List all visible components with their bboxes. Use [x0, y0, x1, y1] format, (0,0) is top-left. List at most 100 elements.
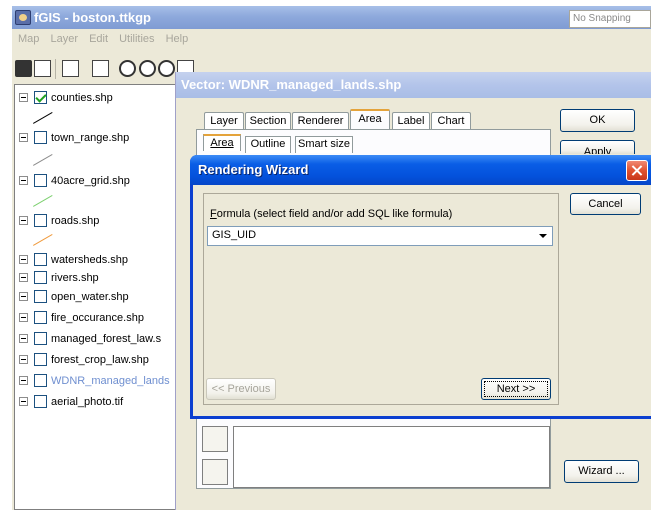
- collapse-icon[interactable]: [19, 355, 28, 364]
- layer-item[interactable]: counties.shp: [15, 90, 185, 106]
- layer-visibility-checkbox[interactable]: [34, 395, 47, 408]
- tab-label: Layer: [210, 115, 238, 127]
- layer-visibility-checkbox[interactable]: [34, 271, 47, 284]
- remove-layer-icon[interactable]: [92, 60, 109, 77]
- vector-dialog-title-bar: Vector: WDNR_managed_lands.shp: [176, 72, 651, 98]
- layer-item[interactable]: rivers.shp: [15, 270, 185, 286]
- layer-visibility-checkbox[interactable]: [34, 374, 47, 387]
- ok-button-label: OK: [589, 114, 606, 126]
- cancel-button[interactable]: Cancel: [570, 193, 641, 215]
- layer-name: forest_crop_law.shp: [51, 354, 149, 366]
- legend-line-icon: [33, 154, 53, 166]
- apply-button-label: Apply: [583, 146, 612, 154]
- menu-utilities[interactable]: Utilities: [115, 29, 158, 49]
- layer-properties-icon[interactable]: [119, 60, 136, 77]
- layer-item[interactable]: 40acre_grid.shp: [15, 173, 185, 189]
- subtab-area[interactable]: Area: [203, 134, 241, 151]
- legend-line-icon: [33, 112, 53, 124]
- layer-visibility-checkbox[interactable]: [34, 91, 47, 104]
- layer-visibility-checkbox[interactable]: [34, 131, 47, 144]
- color-swatch-button[interactable]: [202, 459, 228, 485]
- formula-value: GIS_UID: [212, 229, 257, 241]
- layer-item[interactable]: open_water.shp: [15, 289, 185, 305]
- close-icon[interactable]: [626, 160, 648, 181]
- wizard-button-label: Wizard ...: [578, 465, 625, 477]
- app-title: fGIS - boston.ttkgp: [34, 10, 151, 25]
- tab-label: Section: [249, 115, 287, 127]
- layer-visibility-checkbox[interactable]: [34, 253, 47, 266]
- ok-button[interactable]: OK: [560, 109, 635, 132]
- collapse-icon[interactable]: [19, 255, 28, 264]
- collapse-icon[interactable]: [19, 334, 28, 343]
- cancel-button-label: Cancel: [588, 198, 623, 210]
- collapse-icon[interactable]: [19, 313, 28, 322]
- snapping-select[interactable]: No Snapping: [569, 10, 651, 28]
- layer-name: fire_occurance.shp: [51, 312, 144, 324]
- wizard-title: Rendering Wizard: [198, 162, 309, 177]
- app-title-bar: fGIS - boston.ttkgp: [12, 6, 651, 29]
- layer-name: watersheds.shp: [51, 254, 129, 266]
- menu-bar: Map Layer Edit Utilities Help: [12, 29, 651, 49]
- zoom-out-icon[interactable]: [139, 60, 156, 77]
- layer-item[interactable]: town_range.shp: [15, 130, 185, 146]
- layer-item[interactable]: managed_forest_law.s: [15, 331, 185, 347]
- chevron-down-icon[interactable]: [534, 228, 551, 244]
- collapse-icon[interactable]: [19, 292, 28, 301]
- app-logo-icon: [15, 10, 31, 25]
- wizard-button[interactable]: Wizard ...: [564, 460, 639, 483]
- menu-edit[interactable]: Edit: [85, 29, 112, 49]
- layer-name: aerial_photo.tif: [51, 396, 124, 408]
- layer-name: counties.shp: [51, 92, 113, 104]
- snapping-value: No Snapping: [573, 13, 631, 24]
- layer-name: 40acre_grid.shp: [51, 175, 130, 187]
- layer-visibility-checkbox[interactable]: [34, 311, 47, 324]
- layer-item[interactable]: forest_crop_law.shp: [15, 352, 185, 368]
- subtab-label: Outline: [250, 138, 286, 150]
- layer-item[interactable]: fire_occurance.shp: [15, 310, 185, 326]
- tab-label: Renderer: [297, 115, 344, 127]
- layer-item[interactable]: roads.shp: [15, 213, 185, 229]
- formula-label-text: ormula (select field and/or add SQL like…: [216, 208, 453, 220]
- collapse-icon[interactable]: [19, 376, 28, 385]
- vector-dialog-title: Vector: WDNR_managed_lands.shp: [181, 77, 402, 92]
- zoom-in-icon[interactable]: [158, 60, 175, 77]
- collapse-icon[interactable]: [19, 397, 28, 406]
- previous-button-label: << Previous: [211, 383, 271, 395]
- add-layer-icon[interactable]: [62, 60, 79, 77]
- subtab-smart-size[interactable]: Smart size: [295, 136, 353, 153]
- save-icon[interactable]: [15, 60, 32, 77]
- subtab-label: Area: [210, 137, 234, 149]
- subtab-outline[interactable]: Outline: [245, 136, 291, 153]
- menu-map[interactable]: Map: [12, 29, 43, 49]
- next-button-label: Next >>: [496, 383, 536, 395]
- collapse-icon[interactable]: [19, 176, 28, 185]
- legend-line-icon: [33, 234, 53, 246]
- layer-name: town_range.shp: [51, 132, 130, 144]
- layer-item-selected[interactable]: WDNR_managed_lands: [15, 373, 185, 389]
- collapse-icon[interactable]: [19, 133, 28, 142]
- menu-layer[interactable]: Layer: [46, 29, 82, 49]
- next-button[interactable]: Next >>: [481, 378, 551, 400]
- layer-visibility-checkbox[interactable]: [34, 174, 47, 187]
- layer-visibility-checkbox[interactable]: [34, 353, 47, 366]
- tab-area[interactable]: Area: [350, 109, 390, 130]
- tab-label-text: Label: [397, 115, 425, 127]
- layer-visibility-checkbox[interactable]: [34, 290, 47, 303]
- collapse-icon[interactable]: [19, 216, 28, 225]
- collapse-icon[interactable]: [19, 273, 28, 282]
- layer-item[interactable]: aerial_photo.tif: [15, 394, 185, 410]
- color-swatch-button[interactable]: [202, 426, 228, 452]
- apply-button[interactable]: Apply: [560, 140, 635, 154]
- preview-area: [233, 426, 550, 488]
- collapse-icon[interactable]: [19, 93, 28, 102]
- layer-item[interactable]: watersheds.shp: [15, 252, 185, 268]
- layer-visibility-checkbox[interactable]: [34, 332, 47, 345]
- formula-select[interactable]: GIS_UID: [207, 226, 553, 246]
- formula-label-accesskey: F: [210, 208, 217, 220]
- previous-button[interactable]: << Previous: [206, 378, 276, 400]
- menu-help[interactable]: Help: [162, 29, 193, 49]
- layer-name: managed_forest_law.s: [51, 333, 162, 345]
- print-icon[interactable]: [34, 60, 51, 77]
- formula-label: Formula (select field and/or add SQL lik…: [210, 208, 452, 220]
- layer-visibility-checkbox[interactable]: [34, 214, 47, 227]
